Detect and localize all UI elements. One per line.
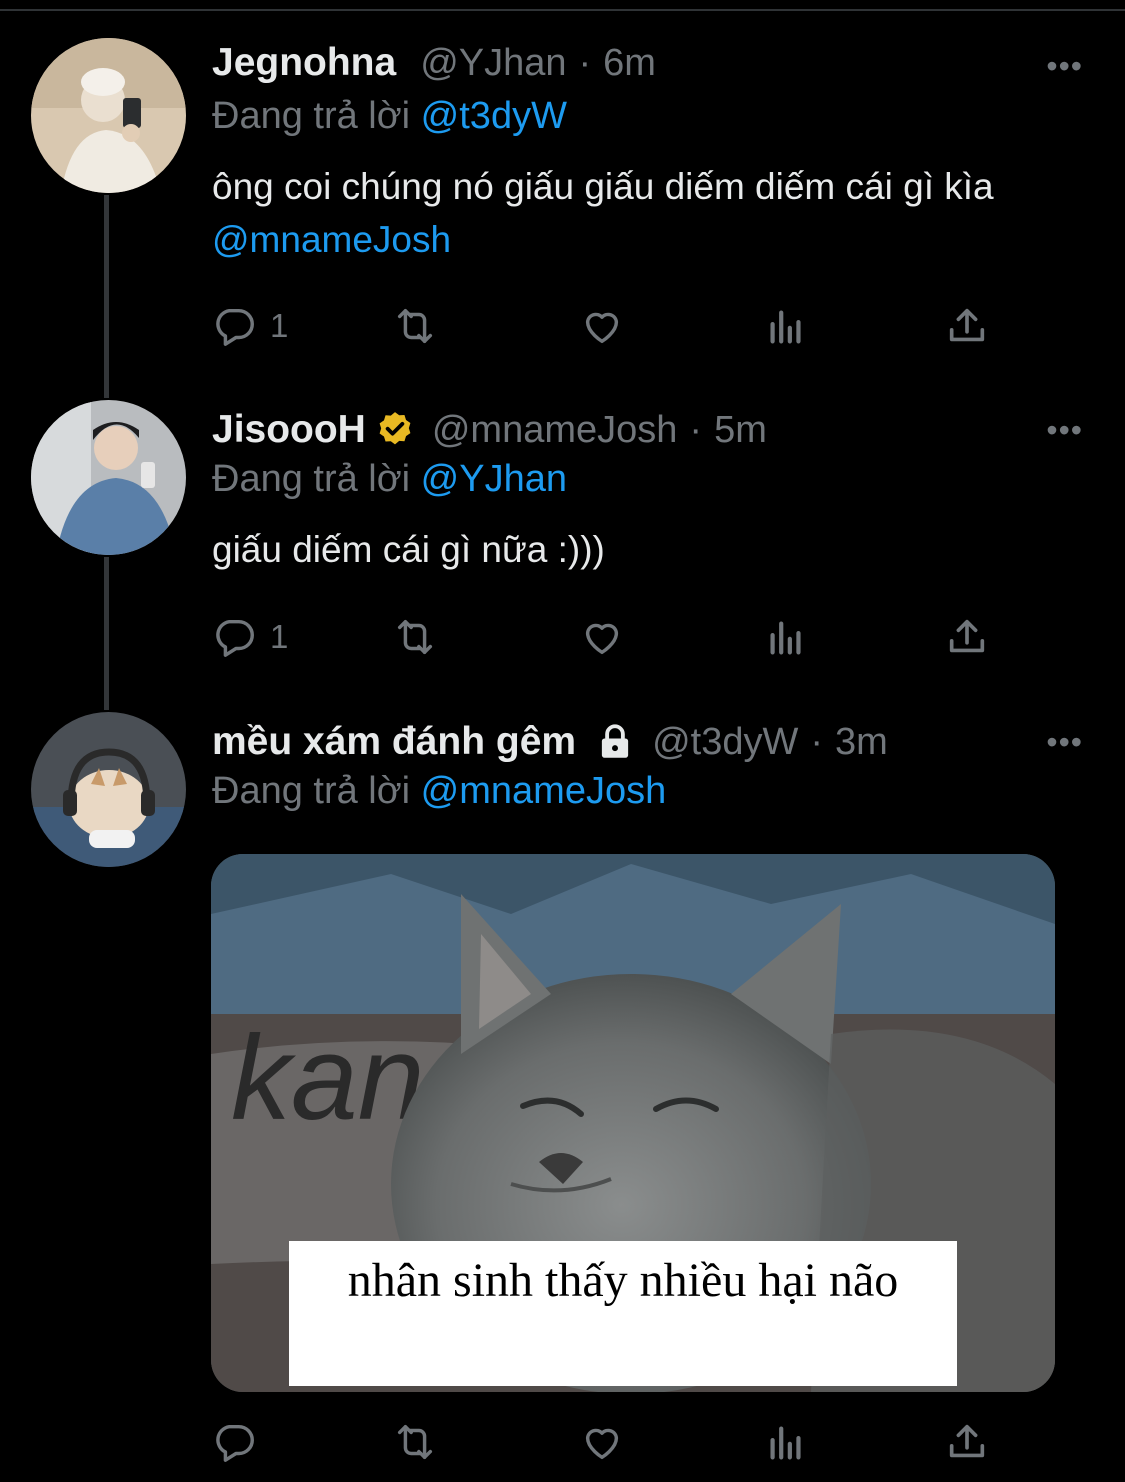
share-icon	[949, 619, 985, 653]
thread-connector	[104, 557, 109, 710]
replying-mention[interactable]: @mnameJosh	[421, 770, 667, 812]
like-icon	[585, 623, 619, 655]
replying-to: Đang trả lời @t3dyW	[212, 95, 567, 138]
tweet-header: JisoooH @mnameJosh · 5m	[212, 405, 767, 455]
replying-to: Đang trả lời @mnameJosh	[212, 770, 666, 813]
verified-badge-icon	[379, 412, 411, 445]
tweet-mention[interactable]: @mnameJosh	[212, 219, 451, 260]
replying-prefix: Đang trả lời	[212, 458, 411, 500]
tweet-media-image[interactable]: kan nhân sinh thấy nhiều hại não	[211, 854, 1055, 1392]
views-button[interactable]	[763, 1418, 809, 1466]
replying-to: Đang trả lời @YJhan	[212, 458, 567, 501]
tweet-header: mều xám đánh gêm @t3dyW · 3m	[212, 717, 888, 767]
more-icon[interactable]: •••	[1046, 48, 1083, 85]
replying-mention[interactable]: @t3dyW	[421, 95, 567, 137]
tweet-actions	[212, 1418, 1012, 1466]
reply-count: 1	[270, 307, 289, 344]
timestamp[interactable]: 6m	[603, 42, 656, 85]
lock-icon	[601, 724, 629, 758]
views-icon	[770, 621, 801, 655]
reply-count: 1	[270, 618, 289, 655]
tweet-header: Jegnohna @YJhan · 6m	[212, 38, 656, 88]
like-button[interactable]	[579, 1418, 625, 1466]
retweet-button[interactable]	[392, 1418, 438, 1466]
tweet-text: giấu diếm cái gì nữa :)))	[212, 523, 1092, 576]
separator: ·	[689, 408, 703, 451]
replying-prefix: Đang trả lời	[212, 770, 411, 812]
timestamp[interactable]: 3m	[835, 721, 888, 764]
avatar[interactable]	[31, 712, 186, 867]
retweet-icon	[397, 619, 433, 655]
display-name[interactable]: JisoooH	[212, 408, 366, 452]
retweet-icon	[397, 1424, 433, 1460]
avatar[interactable]	[31, 400, 186, 555]
separator: ·	[578, 41, 592, 84]
views-button[interactable]	[763, 613, 809, 661]
like-icon	[585, 1428, 619, 1460]
like-button[interactable]	[579, 613, 625, 661]
like-button[interactable]	[579, 302, 625, 350]
retweet-button[interactable]	[392, 613, 438, 661]
display-name[interactable]: mều xám đánh gêm	[212, 720, 576, 764]
views-icon	[770, 310, 801, 344]
handle[interactable]: @mnameJosh	[432, 409, 678, 452]
display-name[interactable]: Jegnohna	[212, 41, 396, 85]
like-icon	[585, 312, 619, 344]
timestamp[interactable]: 5m	[714, 409, 767, 452]
replying-mention[interactable]: @YJhan	[421, 458, 567, 500]
share-button[interactable]	[944, 613, 990, 661]
retweet-icon	[397, 308, 433, 344]
reply-icon	[216, 1424, 254, 1462]
replying-prefix: Đang trả lời	[212, 95, 411, 137]
more-icon[interactable]: •••	[1046, 412, 1083, 449]
views-icon	[770, 1426, 801, 1460]
share-icon	[949, 308, 985, 342]
meme-caption: nhân sinh thấy nhiều hại não	[289, 1241, 957, 1386]
separator: ·	[810, 720, 824, 763]
tweet-actions: 1	[212, 302, 1012, 350]
tweet-text: ông coi chúng nó giấu giấu diếm diếm cái…	[212, 160, 1092, 266]
handle[interactable]: @YJhan	[420, 42, 566, 85]
more-icon[interactable]: •••	[1046, 724, 1083, 761]
views-button[interactable]	[763, 302, 809, 350]
retweet-button[interactable]	[392, 302, 438, 350]
share-button[interactable]	[944, 1418, 990, 1466]
avatar[interactable]	[31, 38, 186, 193]
tweet-text-body: ông coi chúng nó giấu giấu diếm diếm cái…	[212, 166, 994, 207]
reply-button[interactable]: 1	[212, 302, 288, 350]
reply-icon	[216, 619, 254, 657]
thread-connector	[104, 195, 109, 398]
top-divider	[0, 9, 1125, 11]
reply-button[interactable]: 1	[212, 613, 288, 661]
tweet-text-body: giấu diếm cái gì nữa :)))	[212, 529, 605, 570]
handle[interactable]: @t3dyW	[652, 721, 798, 764]
tweet-actions: 1	[212, 613, 1012, 661]
background-partial-text: kan	[231, 1011, 424, 1145]
share-icon	[949, 1424, 985, 1458]
share-button[interactable]	[944, 302, 990, 350]
reply-icon	[216, 308, 254, 346]
reply-button[interactable]	[212, 1418, 258, 1466]
